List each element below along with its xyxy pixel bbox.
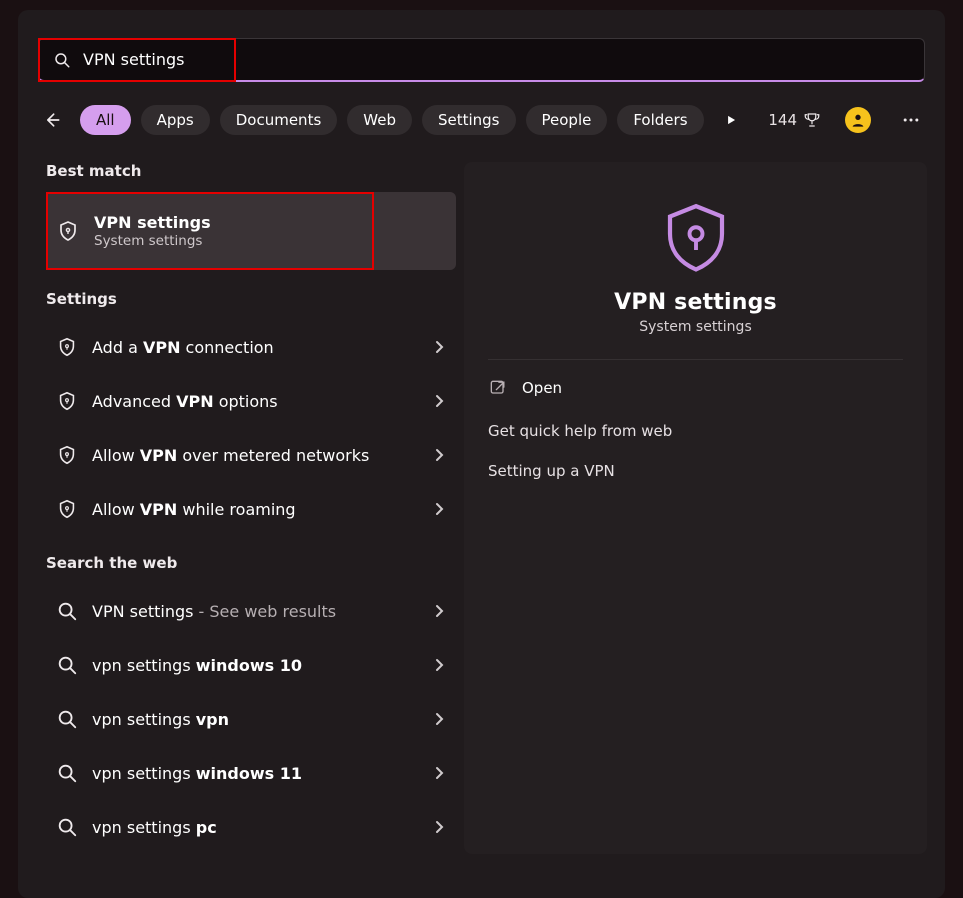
open-label: Open [522,379,562,397]
search-icon [56,600,78,622]
settings-result[interactable]: Allow VPN over metered networks [46,428,456,482]
preview-hero: VPN settings System settings [488,190,903,360]
help-link-setting-up-vpn[interactable]: Setting up a VPN [488,462,903,480]
settings-result-text: Allow VPN while roaming [92,500,296,519]
best-match-result[interactable]: VPN settings System settings [46,192,456,270]
trophy-icon [803,111,821,129]
arrow-left-icon [42,110,62,130]
web-result[interactable]: VPN settings - See web results [46,584,456,638]
chevron-right-icon [434,820,444,834]
filter-chip-folders[interactable]: Folders [617,105,703,135]
play-icon [724,113,738,127]
preview-pane: VPN settings System settings Open Get qu… [464,162,927,854]
shield-lock-icon [56,498,78,520]
chevron-right-icon [434,340,444,354]
start-search-window: All Apps Documents Web Settings People F… [18,10,945,898]
web-result-text: vpn settings pc [92,818,217,837]
web-result[interactable]: vpn settings windows 11 [46,746,456,800]
web-result-text: VPN settings - See web results [92,602,336,621]
settings-result-text: Advanced VPN options [92,392,278,411]
more-icon [901,110,921,130]
shield-lock-icon [56,219,80,243]
search-icon [56,816,78,838]
best-match-label: Best match [46,162,456,180]
rewards-points[interactable]: 144 [768,111,821,129]
settings-result-text: Add a VPN connection [92,338,274,357]
open-external-icon [488,378,508,398]
filter-bar: All Apps Documents Web Settings People F… [38,100,925,140]
overflow-scroll-button[interactable] [714,103,748,137]
results-body: Best match VPN settings System settings [18,162,945,854]
web-result[interactable]: vpn settings vpn [46,692,456,746]
chevron-right-icon [434,394,444,408]
shield-lock-icon [56,336,78,358]
search-input[interactable] [83,50,910,69]
web-result-text: vpn settings vpn [92,710,229,729]
points-value: 144 [768,111,797,129]
shield-lock-icon [56,444,78,466]
settings-section-label: Settings [46,290,456,308]
chevron-right-icon [434,712,444,726]
web-section-label: Search the web [46,554,456,572]
web-result-text: vpn settings windows 11 [92,764,302,783]
best-match-title: VPN settings [94,213,211,233]
settings-result-text: Allow VPN over metered networks [92,446,369,465]
person-icon [850,112,866,128]
chevron-right-icon [434,766,444,780]
back-button[interactable] [38,106,66,134]
quick-help-label: Get quick help from web [488,422,903,440]
user-avatar[interactable] [845,107,871,133]
shield-lock-icon [56,390,78,412]
web-result[interactable]: vpn settings windows 10 [46,638,456,692]
filter-chip-all[interactable]: All [80,105,131,135]
chevron-right-icon [434,604,444,618]
preview-subtitle: System settings [639,319,752,335]
searchbar-container [38,38,925,82]
results-left-pane: Best match VPN settings System settings [18,162,456,854]
filter-chip-settings[interactable]: Settings [422,105,516,135]
search-icon [56,654,78,676]
shield-lock-large-icon [657,198,735,276]
settings-result[interactable]: Add a VPN connection [46,320,456,374]
settings-result[interactable]: Advanced VPN options [46,374,456,428]
open-action[interactable]: Open [488,360,903,416]
web-result-text: vpn settings windows 10 [92,656,302,675]
filter-chip-apps[interactable]: Apps [141,105,210,135]
searchbar[interactable] [38,38,925,82]
search-icon [56,708,78,730]
settings-result[interactable]: Allow VPN while roaming [46,482,456,536]
filter-chip-people[interactable]: People [526,105,608,135]
web-result[interactable]: vpn settings pc [46,800,456,854]
search-icon [53,51,71,69]
preview-title: VPN settings [614,290,777,315]
chevron-right-icon [434,502,444,516]
chevron-right-icon [434,658,444,672]
best-match-subtitle: System settings [94,233,211,250]
more-button[interactable] [897,106,925,134]
search-icon [56,762,78,784]
chevron-right-icon [434,448,444,462]
filter-chip-web[interactable]: Web [347,105,412,135]
filter-chip-documents[interactable]: Documents [220,105,338,135]
